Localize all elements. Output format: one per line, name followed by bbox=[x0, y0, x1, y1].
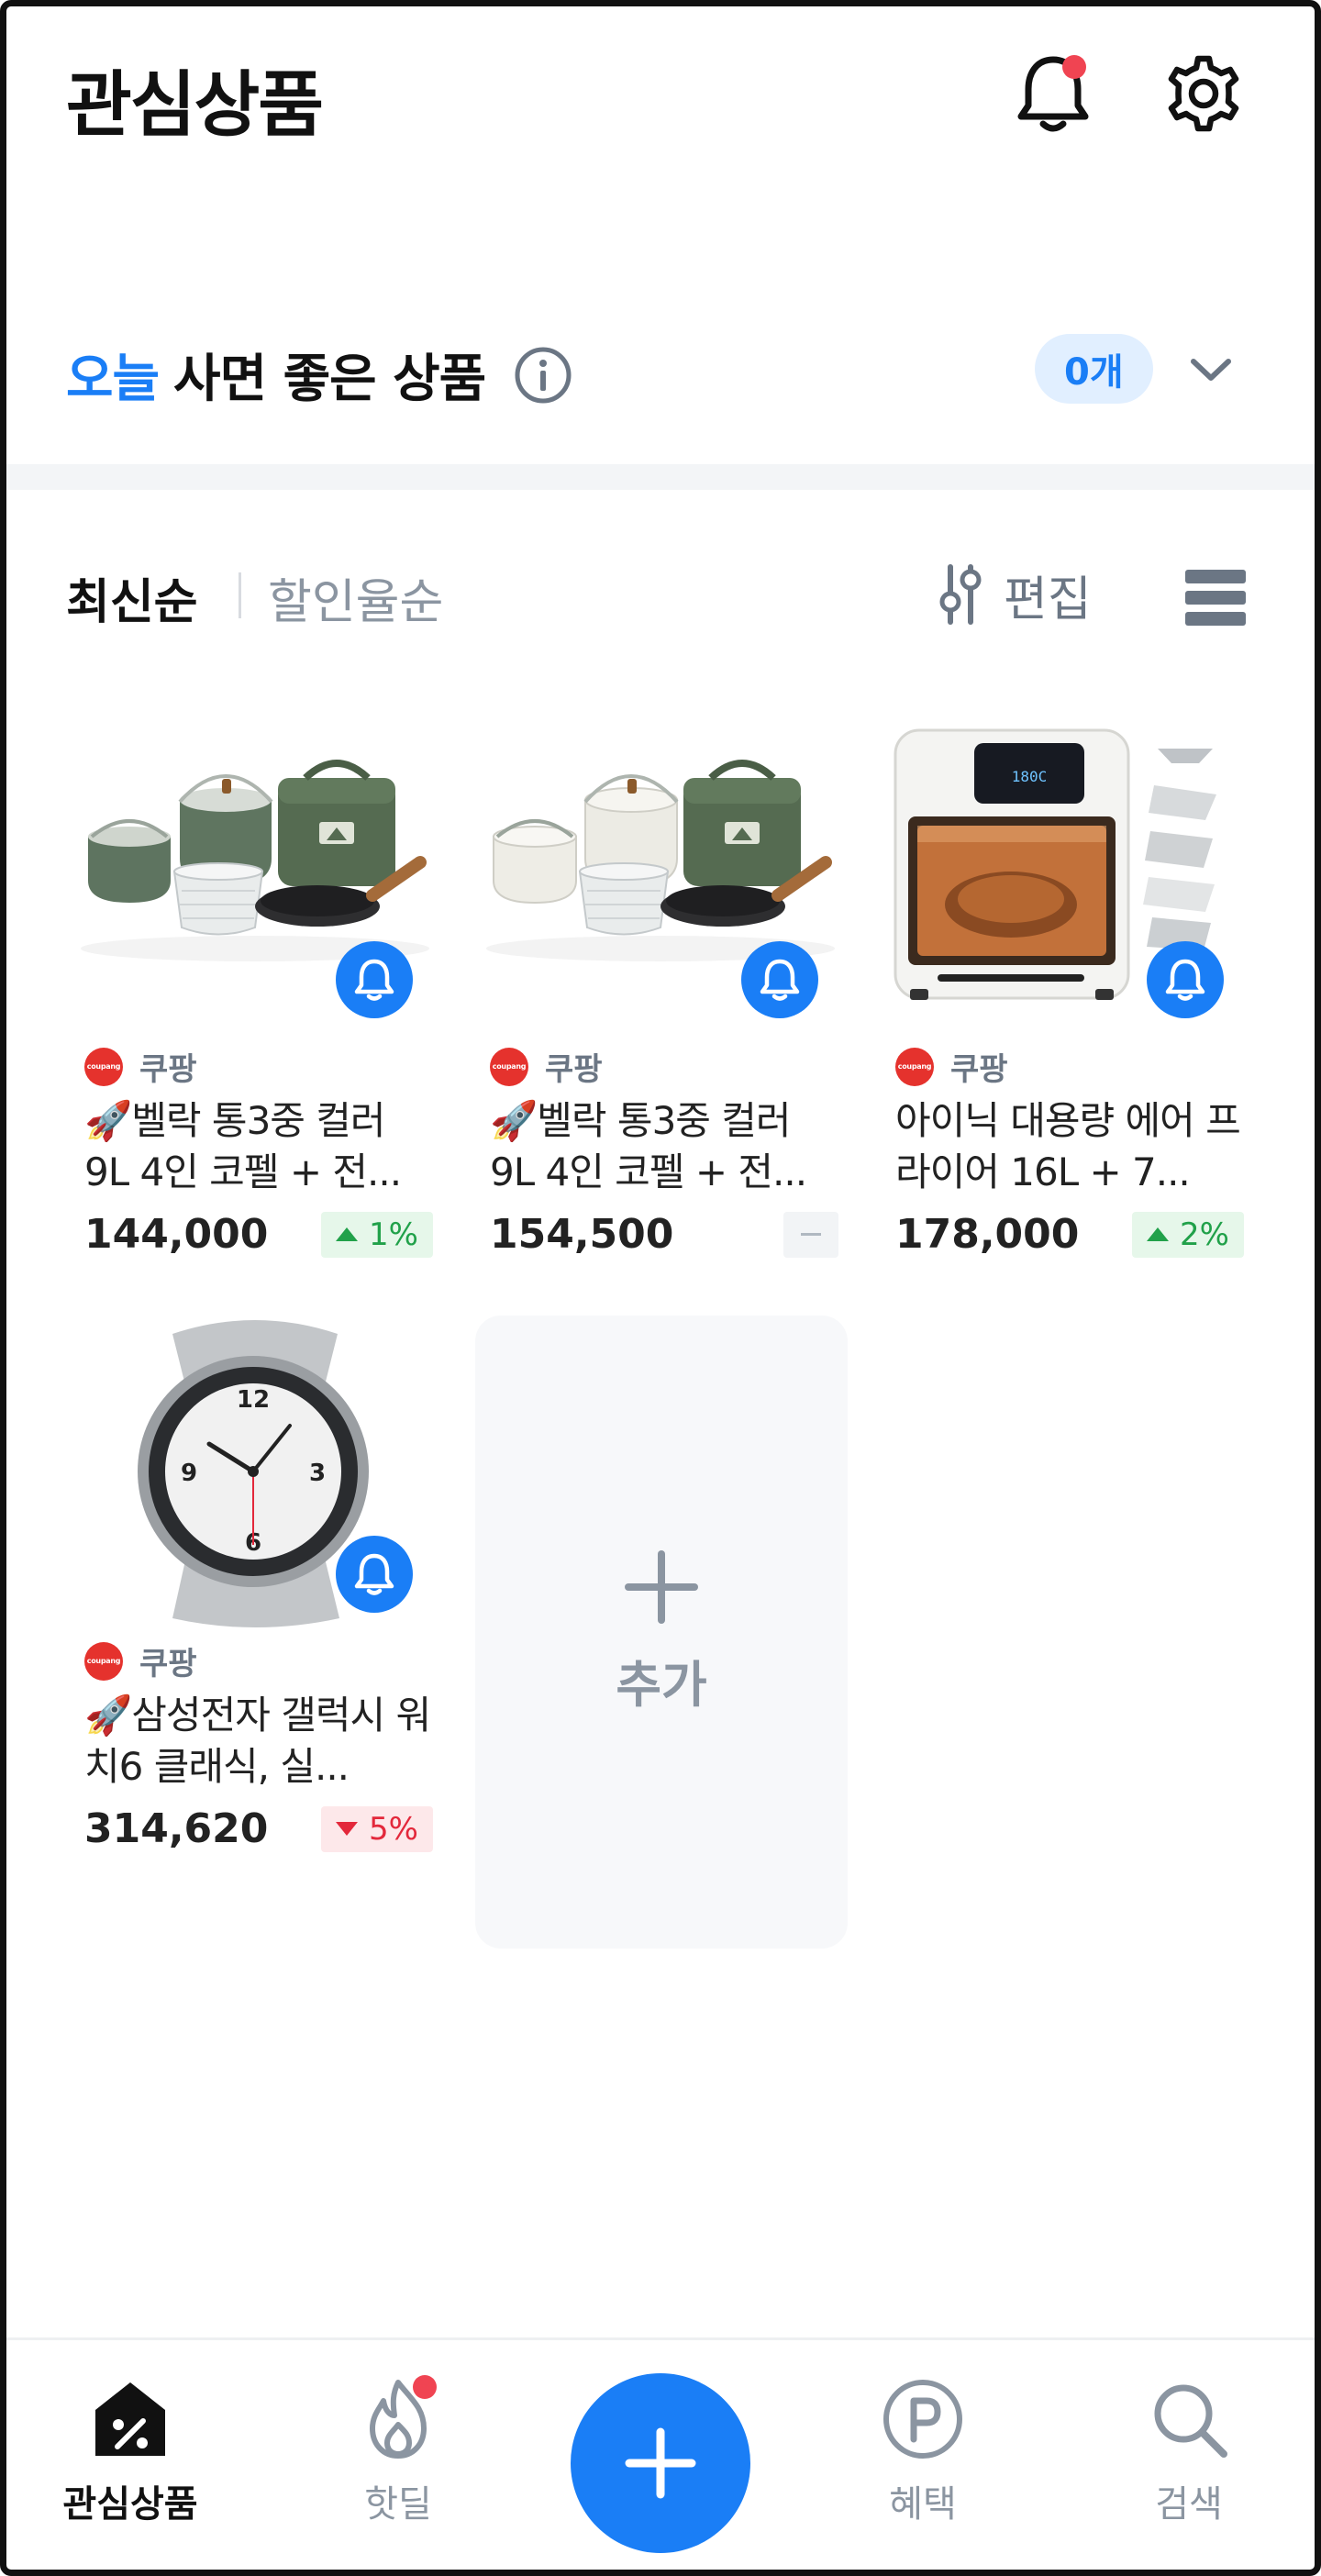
price-change-badge bbox=[783, 1211, 838, 1258]
store-row: coupang 쿠팡 bbox=[84, 1638, 197, 1683]
product-name: 아이닉 대용량 에어 프라이어 16L + 7... bbox=[895, 1098, 1241, 1194]
dial-3: 3 bbox=[309, 1460, 326, 1487]
price-alert-button[interactable] bbox=[336, 1536, 413, 1613]
sliders-icon bbox=[939, 564, 982, 625]
nav-item-benefits[interactable]: 혜택 bbox=[831, 2377, 1015, 2527]
nav-item-watchlist[interactable]: 관심상품 bbox=[39, 2377, 222, 2527]
store-name: 쿠팡 bbox=[950, 1051, 1008, 1088]
price-row: 314,620 5% bbox=[84, 1805, 433, 1852]
header: 관심상품 bbox=[0, 0, 1321, 183]
info-icon[interactable] bbox=[513, 345, 573, 405]
dial-9: 9 bbox=[181, 1460, 197, 1487]
bell-icon bbox=[354, 1553, 394, 1595]
nav-label: 혜택 bbox=[889, 2483, 957, 2526]
search-icon bbox=[1154, 2384, 1227, 2458]
price-row: 144,000 1% bbox=[84, 1211, 433, 1258]
product-price: 178,000 bbox=[895, 1211, 1080, 1258]
today-title-rest: 사면 좋은 상품 bbox=[173, 350, 486, 409]
down-arrow-icon bbox=[336, 1822, 359, 1836]
chevron-down-icon bbox=[1191, 359, 1231, 381]
expand-toggle[interactable] bbox=[1174, 339, 1248, 400]
list-view-icon bbox=[1185, 570, 1246, 626]
airfryer-display-text: 180C bbox=[1012, 768, 1048, 785]
product-card[interactable]: 12 3 6 9 coupang 쿠팡 🚀삼성전자 갤럭시 워치6 클래식, 실… bbox=[72, 1316, 438, 1884]
no-change-dash-icon bbox=[801, 1232, 821, 1236]
product-card[interactable]: coupang 쿠팡 🚀벨락 통3중 컬러 9L 4인 코펠 + 전... 14… bbox=[72, 721, 438, 1290]
up-arrow-icon bbox=[336, 1227, 359, 1241]
sort-separator bbox=[239, 572, 241, 618]
price-alert-button[interactable] bbox=[336, 941, 413, 1018]
price-change-value: 2% bbox=[1180, 1216, 1229, 1253]
add-product-card[interactable]: 추가 bbox=[475, 1316, 848, 1949]
nav-label: 관심상품 bbox=[62, 2483, 198, 2526]
sort-bar: 최신순 할인율순 편집 bbox=[0, 550, 1321, 642]
coupang-logo: coupang bbox=[490, 1047, 528, 1086]
plus-icon bbox=[625, 1549, 698, 1624]
price-row: 154,500 bbox=[490, 1211, 838, 1258]
list-view-button[interactable] bbox=[1183, 565, 1248, 629]
product-card[interactable]: 180C coupang 쿠팡 아이닉 대용량 에어 프라이어 16L + 7.… bbox=[883, 721, 1249, 1290]
dial-12: 12 bbox=[237, 1386, 270, 1414]
up-arrow-icon bbox=[1147, 1227, 1170, 1241]
plus-icon bbox=[625, 2427, 696, 2499]
price-change-badge: 2% bbox=[1132, 1211, 1244, 1258]
add-product-label: 추가 bbox=[616, 1655, 707, 1714]
nav-label: 검색 bbox=[1155, 2483, 1223, 2526]
edit-button[interactable]: 편집 bbox=[938, 556, 1092, 633]
price-alert-button[interactable] bbox=[1147, 941, 1224, 1018]
nav-item-search[interactable]: 검색 bbox=[1097, 2377, 1281, 2527]
flame-icon-wrap bbox=[356, 2375, 440, 2461]
store-name: 쿠팡 bbox=[139, 1051, 197, 1088]
bottom-navigation: 관심상품 핫딜 혜택 검색 bbox=[0, 2337, 1321, 2576]
sort-latest[interactable]: 최신순 bbox=[66, 563, 198, 632]
store-row: coupang 쿠팡 bbox=[490, 1044, 603, 1089]
settings-button[interactable] bbox=[1158, 48, 1249, 139]
add-fab-button[interactable] bbox=[571, 2373, 750, 2553]
bell-icon bbox=[354, 959, 394, 1001]
product-card[interactable]: coupang 쿠팡 🚀벨락 통3중 컬러 9L 4인 코펠 + 전... 15… bbox=[477, 721, 844, 1290]
price-change-value: 1% bbox=[369, 1216, 418, 1253]
recommend-count-badge: 0개 bbox=[1035, 334, 1153, 404]
section-divider bbox=[0, 464, 1321, 490]
gear-icon bbox=[1168, 55, 1239, 132]
nav-item-hotdeal[interactable]: 핫딜 bbox=[306, 2375, 490, 2527]
price-change-value: 5% bbox=[369, 1810, 418, 1848]
notification-dot bbox=[1062, 55, 1086, 79]
product-price: 154,500 bbox=[490, 1211, 674, 1258]
coupang-logo: coupang bbox=[895, 1047, 934, 1086]
product-name: 🚀벨락 통3중 컬러 9L 4인 코펠 + 전... bbox=[84, 1098, 402, 1194]
store-name: 쿠팡 bbox=[139, 1646, 197, 1682]
hotdeal-dot bbox=[413, 2375, 437, 2399]
price-row: 178,000 2% bbox=[895, 1211, 1244, 1258]
store-name: 쿠팡 bbox=[545, 1051, 603, 1088]
product-price: 314,620 bbox=[84, 1805, 269, 1852]
tag-percent-icon bbox=[95, 2382, 165, 2456]
product-name: 🚀삼성전자 갤럭시 워치6 클래식, 실... bbox=[84, 1693, 431, 1789]
today-title-accent: 오늘 bbox=[66, 350, 160, 409]
today-title: 오늘 사면 좋은 상품 bbox=[66, 338, 573, 412]
price-alert-button[interactable] bbox=[741, 941, 818, 1018]
product-price: 144,000 bbox=[84, 1211, 269, 1258]
product-name: 🚀벨락 통3중 컬러 9L 4인 코펠 + 전... bbox=[490, 1098, 807, 1194]
sort-discount[interactable]: 할인율순 bbox=[268, 563, 443, 632]
coupang-logo: coupang bbox=[84, 1641, 123, 1681]
point-icon bbox=[883, 2380, 962, 2459]
store-row: coupang 쿠팡 bbox=[895, 1044, 1008, 1089]
page-title: 관심상품 bbox=[66, 64, 324, 147]
coupang-logo: coupang bbox=[84, 1047, 123, 1086]
edit-label: 편집 bbox=[1004, 572, 1092, 627]
store-row: coupang 쿠팡 bbox=[84, 1044, 197, 1089]
bell-icon bbox=[760, 959, 800, 1001]
price-change-badge: 1% bbox=[321, 1211, 433, 1258]
today-recommend-section: 오늘 사면 좋은 상품 0개 bbox=[0, 321, 1321, 413]
price-change-badge: 5% bbox=[321, 1805, 433, 1852]
bell-icon bbox=[1165, 959, 1205, 1001]
notifications-button[interactable] bbox=[1007, 48, 1099, 139]
nav-label: 핫딜 bbox=[364, 2483, 432, 2526]
